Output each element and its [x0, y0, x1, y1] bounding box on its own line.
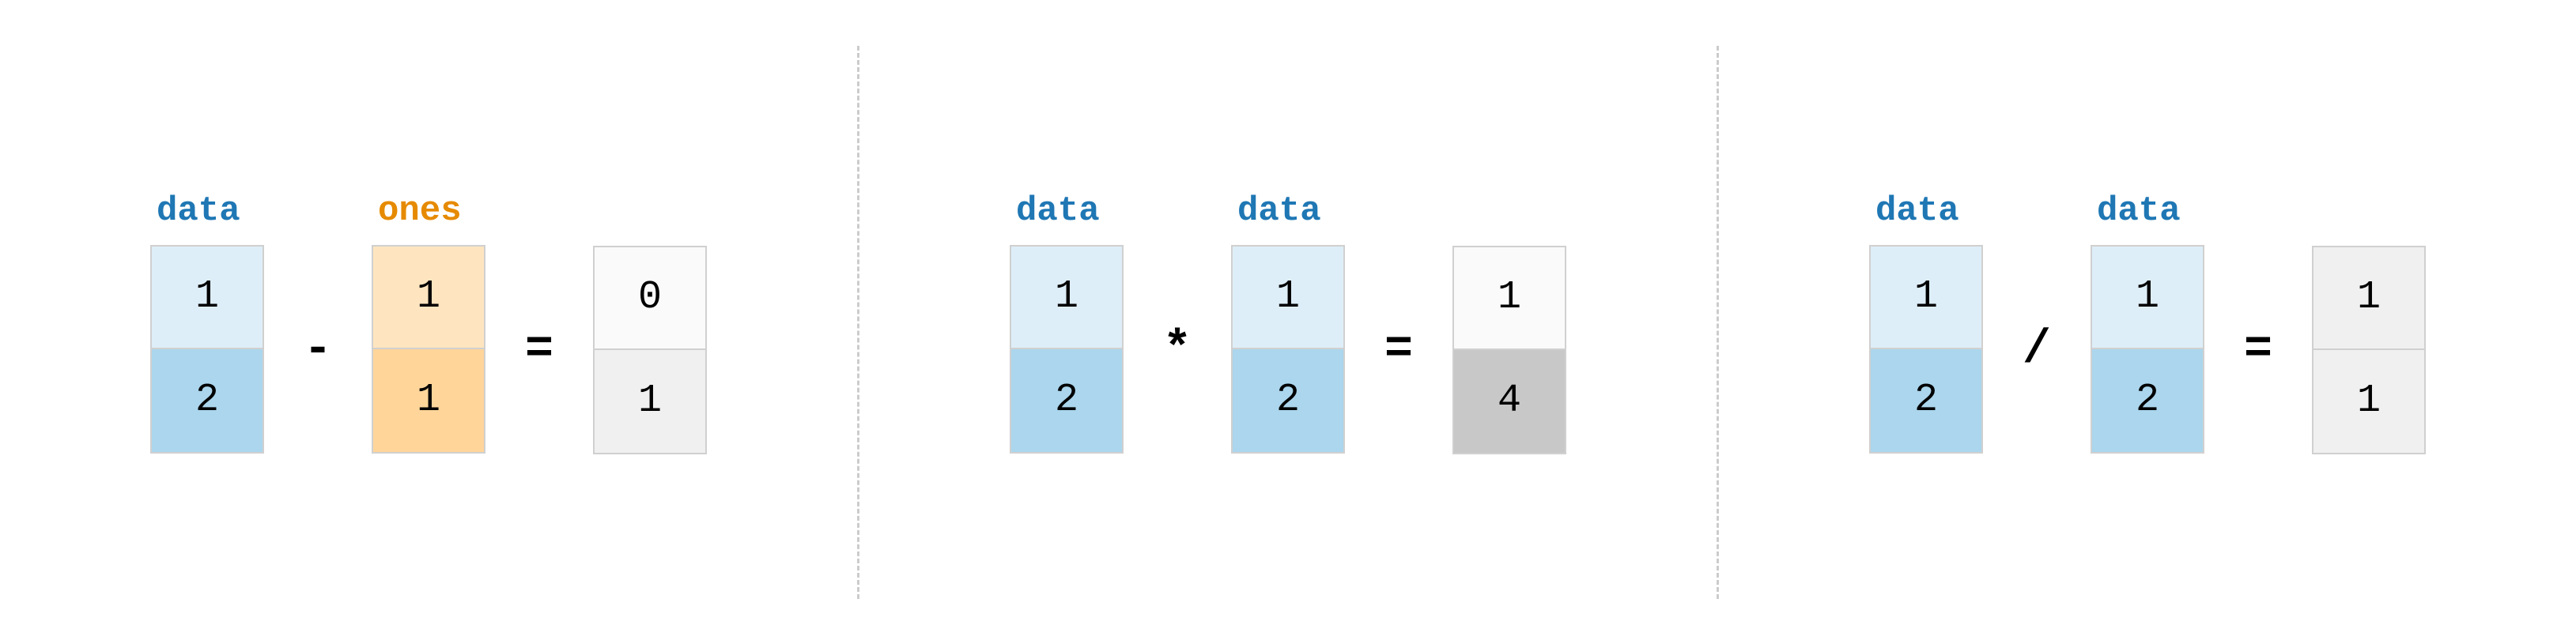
operand-ones: ones 1 1 [372, 191, 485, 454]
array-cell: 2 [1233, 349, 1343, 452]
array-cell: 1 [1011, 247, 1122, 349]
result-array: 1 4 [1452, 190, 1566, 454]
operand-data: data 1 2 [2091, 191, 2204, 454]
array-cell: 2 [1011, 349, 1122, 452]
array-box: 1 2 [150, 245, 264, 454]
array-box: 1 2 [2091, 245, 2204, 454]
equals-operator: = [525, 323, 553, 377]
result-array: 0 1 [593, 190, 707, 454]
array-box: 1 1 [2312, 246, 2426, 454]
array-box: 1 2 [1231, 245, 1345, 454]
array-cell: 1 [2313, 350, 2424, 453]
array-cell: 0 [595, 247, 705, 350]
panel-division: data 1 2 / data 1 2 = 1 1 [1719, 190, 2576, 454]
array-box: 1 2 [1869, 245, 1983, 454]
array-cell: 2 [152, 349, 263, 452]
minus-operator: - [304, 323, 332, 377]
array-box: 1 2 [1010, 245, 1124, 454]
array-cell: 1 [373, 349, 484, 452]
array-cell: 1 [152, 247, 263, 349]
multiply-operator: * [1163, 323, 1192, 377]
array-label: data [1010, 191, 1100, 231]
array-cell: 2 [1871, 349, 1981, 452]
array-cell: 1 [595, 350, 705, 453]
array-cell: 1 [2092, 247, 2203, 349]
array-label: data [2091, 191, 2181, 231]
array-box: 0 1 [593, 246, 707, 454]
operand-data: data 1 2 [150, 191, 264, 454]
equals-operator: = [1384, 323, 1413, 377]
operand-data: data 1 2 [1869, 191, 1983, 454]
array-cell: 2 [2092, 349, 2203, 452]
array-box: 1 4 [1452, 246, 1566, 454]
panel-subtraction: data 1 2 - ones 1 1 = 0 1 [0, 190, 857, 454]
divide-operator: / [2023, 323, 2051, 377]
array-cell: 1 [2313, 247, 2424, 350]
array-cell: 4 [1454, 350, 1565, 453]
operand-data: data 1 2 [1010, 191, 1124, 454]
array-box: 1 1 [372, 245, 485, 454]
panel-multiplication: data 1 2 * data 1 2 = 1 4 [859, 190, 1717, 454]
array-label: data [1231, 191, 1321, 231]
array-cell: 1 [1454, 247, 1565, 350]
result-array: 1 1 [2312, 190, 2426, 454]
array-label: data [150, 191, 240, 231]
array-cell: 1 [1871, 247, 1981, 349]
array-label: data [1869, 191, 1959, 231]
array-label: ones [372, 191, 462, 231]
operand-data: data 1 2 [1231, 191, 1345, 454]
equals-operator: = [2244, 323, 2272, 377]
array-cell: 1 [1233, 247, 1343, 349]
array-cell: 1 [373, 247, 484, 349]
